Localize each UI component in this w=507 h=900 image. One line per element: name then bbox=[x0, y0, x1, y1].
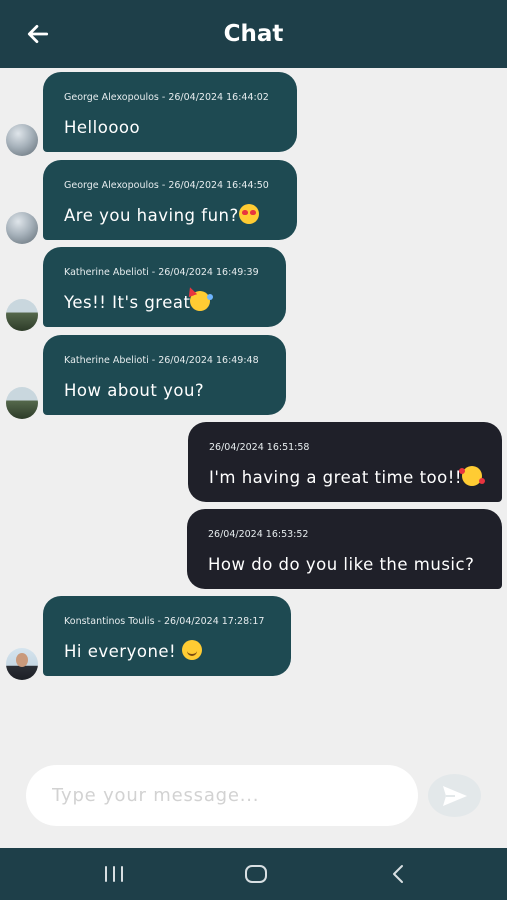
message-bubble[interactable]: Konstantinos Toulis - 26/04/2024 17:28:1… bbox=[43, 596, 291, 676]
message-row: 26/04/2024 16:53:52 How do do you like t… bbox=[0, 509, 507, 589]
recents-icon bbox=[105, 866, 123, 882]
message-text: How do do you like the music? bbox=[208, 555, 475, 574]
avatar[interactable] bbox=[6, 648, 38, 680]
message-row: George Alexopoulos - 26/04/2024 16:44:02… bbox=[0, 72, 507, 156]
message-row: Katherine Abelioti - 26/04/2024 16:49:39… bbox=[0, 247, 507, 331]
message-bubble[interactable]: Katherine Abelioti - 26/04/2024 16:49:39… bbox=[43, 247, 286, 327]
message-bubble[interactable]: 26/04/2024 16:51:58 I'm having a great t… bbox=[188, 422, 502, 502]
home-icon bbox=[245, 865, 267, 883]
message-text: How about you? bbox=[64, 381, 205, 400]
send-button[interactable] bbox=[428, 774, 481, 817]
message-row: George Alexopoulos - 26/04/2024 16:44:50… bbox=[0, 160, 507, 244]
heart-eyes-emoji-icon bbox=[238, 204, 259, 224]
avatar[interactable] bbox=[6, 299, 38, 331]
message-composer bbox=[26, 765, 418, 826]
message-text: Hi everyone! bbox=[64, 640, 271, 664]
home-button[interactable] bbox=[234, 860, 278, 888]
message-row: Konstantinos Toulis - 26/04/2024 17:28:1… bbox=[0, 596, 507, 680]
message-input[interactable] bbox=[50, 784, 394, 807]
message-text: Are you having fun? bbox=[64, 204, 277, 228]
message-bubble[interactable]: George Alexopoulos - 26/04/2024 16:44:02… bbox=[43, 72, 297, 152]
smile-emoji-icon bbox=[181, 640, 202, 660]
system-nav-bar bbox=[0, 848, 507, 900]
send-icon bbox=[442, 785, 467, 806]
message-text: Yes!! It's great bbox=[64, 291, 266, 315]
chevron-left-icon bbox=[393, 865, 403, 883]
message-text: I'm having a great time too!! bbox=[209, 466, 485, 490]
page-title: Chat bbox=[223, 21, 284, 47]
message-meta: 26/04/2024 16:51:58 bbox=[209, 442, 310, 453]
recents-button[interactable] bbox=[92, 860, 136, 888]
message-meta: George Alexopoulos - 26/04/2024 16:44:50 bbox=[64, 180, 269, 191]
avatar[interactable] bbox=[6, 387, 38, 419]
message-bubble[interactable]: 26/04/2024 16:53:52 How do do you like t… bbox=[187, 509, 502, 589]
message-meta: George Alexopoulos - 26/04/2024 16:44:02 bbox=[64, 92, 269, 103]
app-header: Chat bbox=[0, 0, 507, 68]
message-row: 26/04/2024 16:51:58 I'm having a great t… bbox=[0, 422, 507, 502]
avatar[interactable] bbox=[6, 124, 38, 156]
message-meta: Katherine Abelioti - 26/04/2024 16:49:39 bbox=[64, 267, 259, 278]
message-bubble[interactable]: George Alexopoulos - 26/04/2024 16:44:50… bbox=[43, 160, 297, 240]
message-meta: Katherine Abelioti - 26/04/2024 16:49:48 bbox=[64, 355, 259, 366]
message-bubble[interactable]: Katherine Abelioti - 26/04/2024 16:49:48… bbox=[43, 335, 286, 415]
party-face-emoji-icon bbox=[190, 291, 214, 311]
system-back-button[interactable] bbox=[376, 860, 420, 888]
message-meta: Konstantinos Toulis - 26/04/2024 17:28:1… bbox=[64, 616, 265, 627]
avatar[interactable] bbox=[6, 212, 38, 244]
smiling-hearts-emoji-icon bbox=[458, 466, 485, 486]
message-text: Helloooo bbox=[64, 118, 141, 137]
message-meta: 26/04/2024 16:53:52 bbox=[208, 529, 309, 540]
message-row: Katherine Abelioti - 26/04/2024 16:49:48… bbox=[0, 335, 507, 419]
message-list[interactable]: George Alexopoulos - 26/04/2024 16:44:02… bbox=[0, 68, 507, 758]
